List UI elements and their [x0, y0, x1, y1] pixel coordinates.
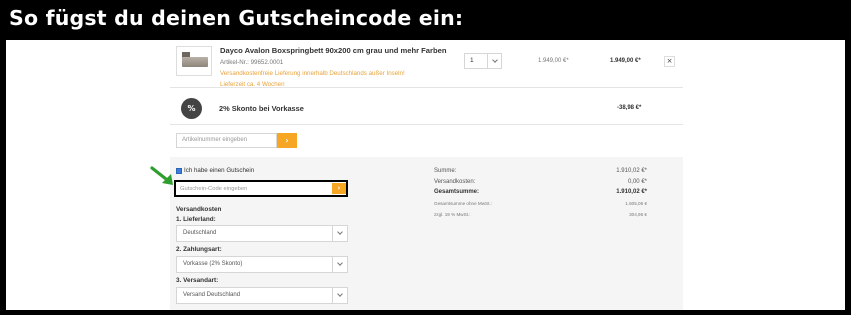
redeem-voucher-button[interactable]: › [332, 183, 346, 194]
article-number-input[interactable]: Artikelnummer eingeben [176, 133, 277, 148]
chevron-down-icon [337, 260, 343, 266]
country-value: Deutschland [183, 230, 217, 236]
close-icon: × [666, 57, 673, 65]
summary-value: 0,00 €* [627, 179, 647, 185]
shipping-method-value: Versand Deutschland [183, 292, 241, 298]
voucher-highlight-box: Gutschein-Code eingeben › [174, 180, 348, 197]
product-shipping-note: Versandkostenfreie Lieferung innerhalb D… [220, 70, 405, 77]
summary-label: Versandkosten: [434, 179, 476, 185]
cart-screenshot: Dayco Avalon Boxspringbett 90x200 cm gra… [6, 40, 845, 310]
chevron-down-icon [337, 291, 343, 297]
line-total-price: 1.949,00 €* [610, 58, 641, 64]
shipping-heading: Versandkosten [176, 206, 222, 213]
quantity-select[interactable]: 1 [464, 53, 502, 69]
summary-label: Summe: [434, 168, 457, 174]
summary-label: Gesamtsumme ohne MwSt.: [434, 201, 492, 206]
discount-price: -38,98 €* [617, 105, 642, 111]
summary-value: 1.605,06 € [625, 201, 647, 206]
country-label: 1. Lieferland: [176, 216, 216, 223]
divider [170, 124, 683, 125]
chevron-right-icon: › [337, 184, 341, 192]
discount-label: 2% Skonto bei Vorkasse [219, 104, 304, 113]
page-banner-title: So fügst du deinen Gutscheincode ein: [9, 6, 464, 30]
product-name[interactable]: Dayco Avalon Boxspringbett 90x200 cm gra… [220, 46, 446, 55]
product-article-number: Artikel-Nr.: 99652.0001 [220, 59, 284, 66]
add-article-button[interactable]: › [277, 133, 297, 148]
voucher-checkbox[interactable] [176, 168, 182, 174]
chevron-down-icon [492, 57, 498, 63]
voucher-checkbox-label[interactable]: Ich habe einen Gutschein [184, 167, 254, 174]
shipping-method-select[interactable]: Versand Deutschland [176, 287, 348, 304]
chevron-right-icon: › [285, 136, 289, 145]
country-select[interactable]: Deutschland [176, 225, 348, 242]
quantity-value: 1 [470, 57, 474, 64]
summary-total-value: 1.910,02 €* [616, 189, 647, 195]
summary-value: 1.910,02 €* [616, 168, 647, 174]
unit-price: 1.949,00 €* [538, 58, 569, 64]
voucher-code-input[interactable]: Gutschein-Code eingeben [179, 184, 331, 194]
payment-value: Vorkasse (2% Skonto) [183, 261, 243, 267]
payment-label: 2. Zahlungsart: [176, 246, 222, 253]
percent-icon: % [181, 98, 202, 119]
remove-item-button[interactable]: × [664, 56, 675, 67]
shipping-method-label: 3. Versandart: [176, 277, 219, 284]
divider [170, 87, 683, 88]
summary-label: zzgl. 19 % MwSt.: [434, 212, 471, 217]
payment-select[interactable]: Vorkasse (2% Skonto) [176, 256, 348, 273]
chevron-down-icon [337, 229, 343, 235]
product-thumbnail[interactable] [176, 46, 212, 76]
summary-total-label: Gesamtsumme: [434, 189, 480, 195]
summary-value: 304,96 € [629, 212, 647, 217]
pointing-arrow-icon [150, 166, 173, 185]
